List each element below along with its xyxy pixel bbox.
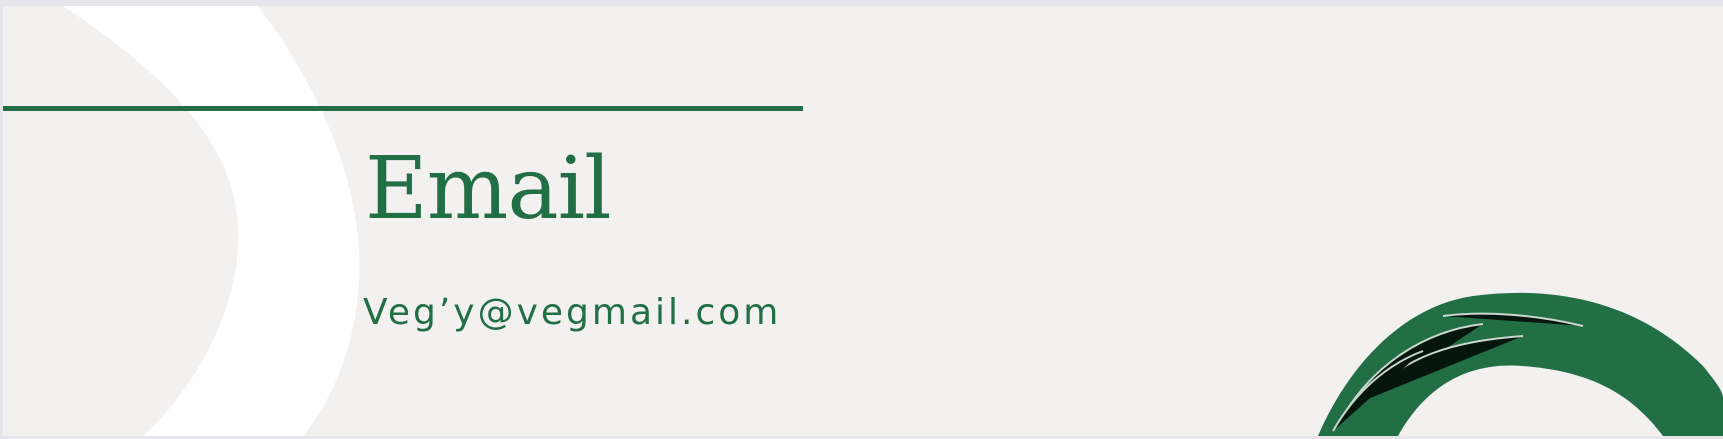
slide-title: Email [365, 139, 612, 239]
title-divider-line [3, 106, 803, 111]
slide-canvas: Email Veg’y@vegmail.com [3, 6, 1723, 436]
white-brush-arc [63, 6, 360, 436]
email-address: Veg’y@vegmail.com [363, 292, 782, 333]
brush-decorations [63, 6, 1723, 436]
